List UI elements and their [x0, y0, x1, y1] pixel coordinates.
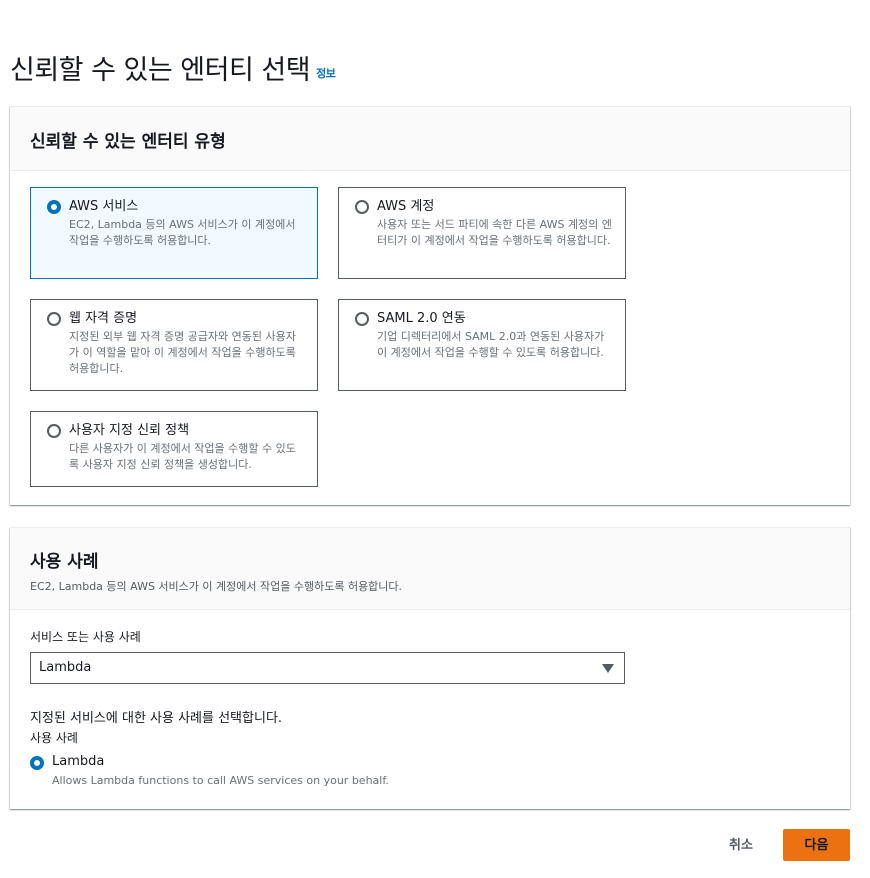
tile-description: EC2, Lambda 등의 AWS 서비스가 이 계정에서 작업을 수행하도록… — [69, 218, 296, 247]
tile-title: 사용자 지정 신뢰 정책 — [69, 423, 190, 438]
tile-title: SAML 2.0 연동 — [377, 311, 466, 326]
tile-description: 다른 사용자가 이 계정에서 작업을 수행할 수 있도록 사용자 지정 신뢰 정… — [69, 442, 296, 471]
tile-web-identity[interactable]: 웹 자격 증명 지정된 외부 웹 자격 증명 공급자와 연동된 사용자가 이 역… — [30, 299, 318, 391]
use-case-option-title: Lambda — [52, 754, 105, 769]
panel-title: 사용 사례 — [30, 552, 99, 572]
panel-title: 신뢰할 수 있는 엔터티 유형 — [30, 132, 226, 152]
next-button[interactable]: 다음 — [783, 829, 850, 861]
service-select[interactable]: Lambda — [30, 652, 625, 684]
tile-description: 기업 디렉터리에서 SAML 2.0과 연동된 사용자가 이 계정에서 작업을 … — [377, 330, 605, 359]
panel-description: EC2, Lambda 등의 AWS 서비스가 이 계정에서 작업을 수행하도록… — [30, 580, 403, 593]
panel-header: 사용 사례 EC2, Lambda 등의 AWS 서비스가 이 계정에서 작업을… — [10, 528, 850, 610]
radio-saml-federation[interactable] — [355, 312, 369, 326]
trusted-entity-type-panel: 신뢰할 수 있는 엔터티 유형 AWS 서비스 EC2, Lambda 등의 A… — [10, 106, 850, 505]
radio-aws-account[interactable] — [355, 200, 369, 214]
tile-saml-federation[interactable]: SAML 2.0 연동 기업 디렉터리에서 SAML 2.0과 연동된 사용자가… — [338, 299, 626, 391]
use-case-panel: 사용 사례 EC2, Lambda 등의 AWS 서비스가 이 계정에서 작업을… — [10, 527, 850, 809]
page-title: 신뢰할 수 있는 엔터티 선택 정보 — [10, 48, 336, 87]
tile-custom-trust-policy[interactable]: 사용자 지정 신뢰 정책 다른 사용자가 이 계정에서 작업을 수행할 수 있도… — [30, 411, 318, 487]
caret-down-icon — [602, 664, 614, 673]
tile-title: 웹 자격 증명 — [69, 311, 138, 326]
cancel-button[interactable]: 취소 — [715, 830, 767, 860]
info-link[interactable]: 정보 — [316, 67, 336, 80]
tile-title: AWS 계정 — [377, 199, 435, 214]
helper-text: 지정된 서비스에 대한 사용 사례를 선택합니다. — [30, 711, 283, 726]
use-case-label: 사용 사례 — [30, 731, 78, 745]
tile-title: AWS 서비스 — [69, 199, 139, 214]
tile-description: 지정된 외부 웹 자격 증명 공급자와 연동된 사용자가 이 역할을 맡아 이 … — [69, 330, 296, 375]
panel-header: 신뢰할 수 있는 엔터티 유형 — [10, 107, 850, 171]
service-select-label: 서비스 또는 사용 사례 — [30, 630, 141, 644]
radio-web-identity[interactable] — [47, 312, 61, 326]
radio-aws-service[interactable] — [47, 200, 61, 214]
use-case-option-description: Allows Lambda functions to call AWS serv… — [52, 774, 389, 787]
tile-aws-service[interactable]: AWS 서비스 EC2, Lambda 등의 AWS 서비스가 이 계정에서 작… — [30, 187, 318, 279]
service-select-value: Lambda — [39, 660, 92, 675]
page-title-text: 신뢰할 수 있는 엔터티 선택 — [10, 55, 311, 86]
tile-description: 사용자 또는 서드 파티에 속한 다른 AWS 계정의 엔터티가 이 계정에서 … — [377, 218, 612, 247]
radio-custom-trust-policy[interactable] — [47, 424, 61, 438]
tile-aws-account[interactable]: AWS 계정 사용자 또는 서드 파티에 속한 다른 AWS 계정의 엔터티가 … — [338, 187, 626, 279]
radio-lambda[interactable] — [30, 756, 44, 770]
